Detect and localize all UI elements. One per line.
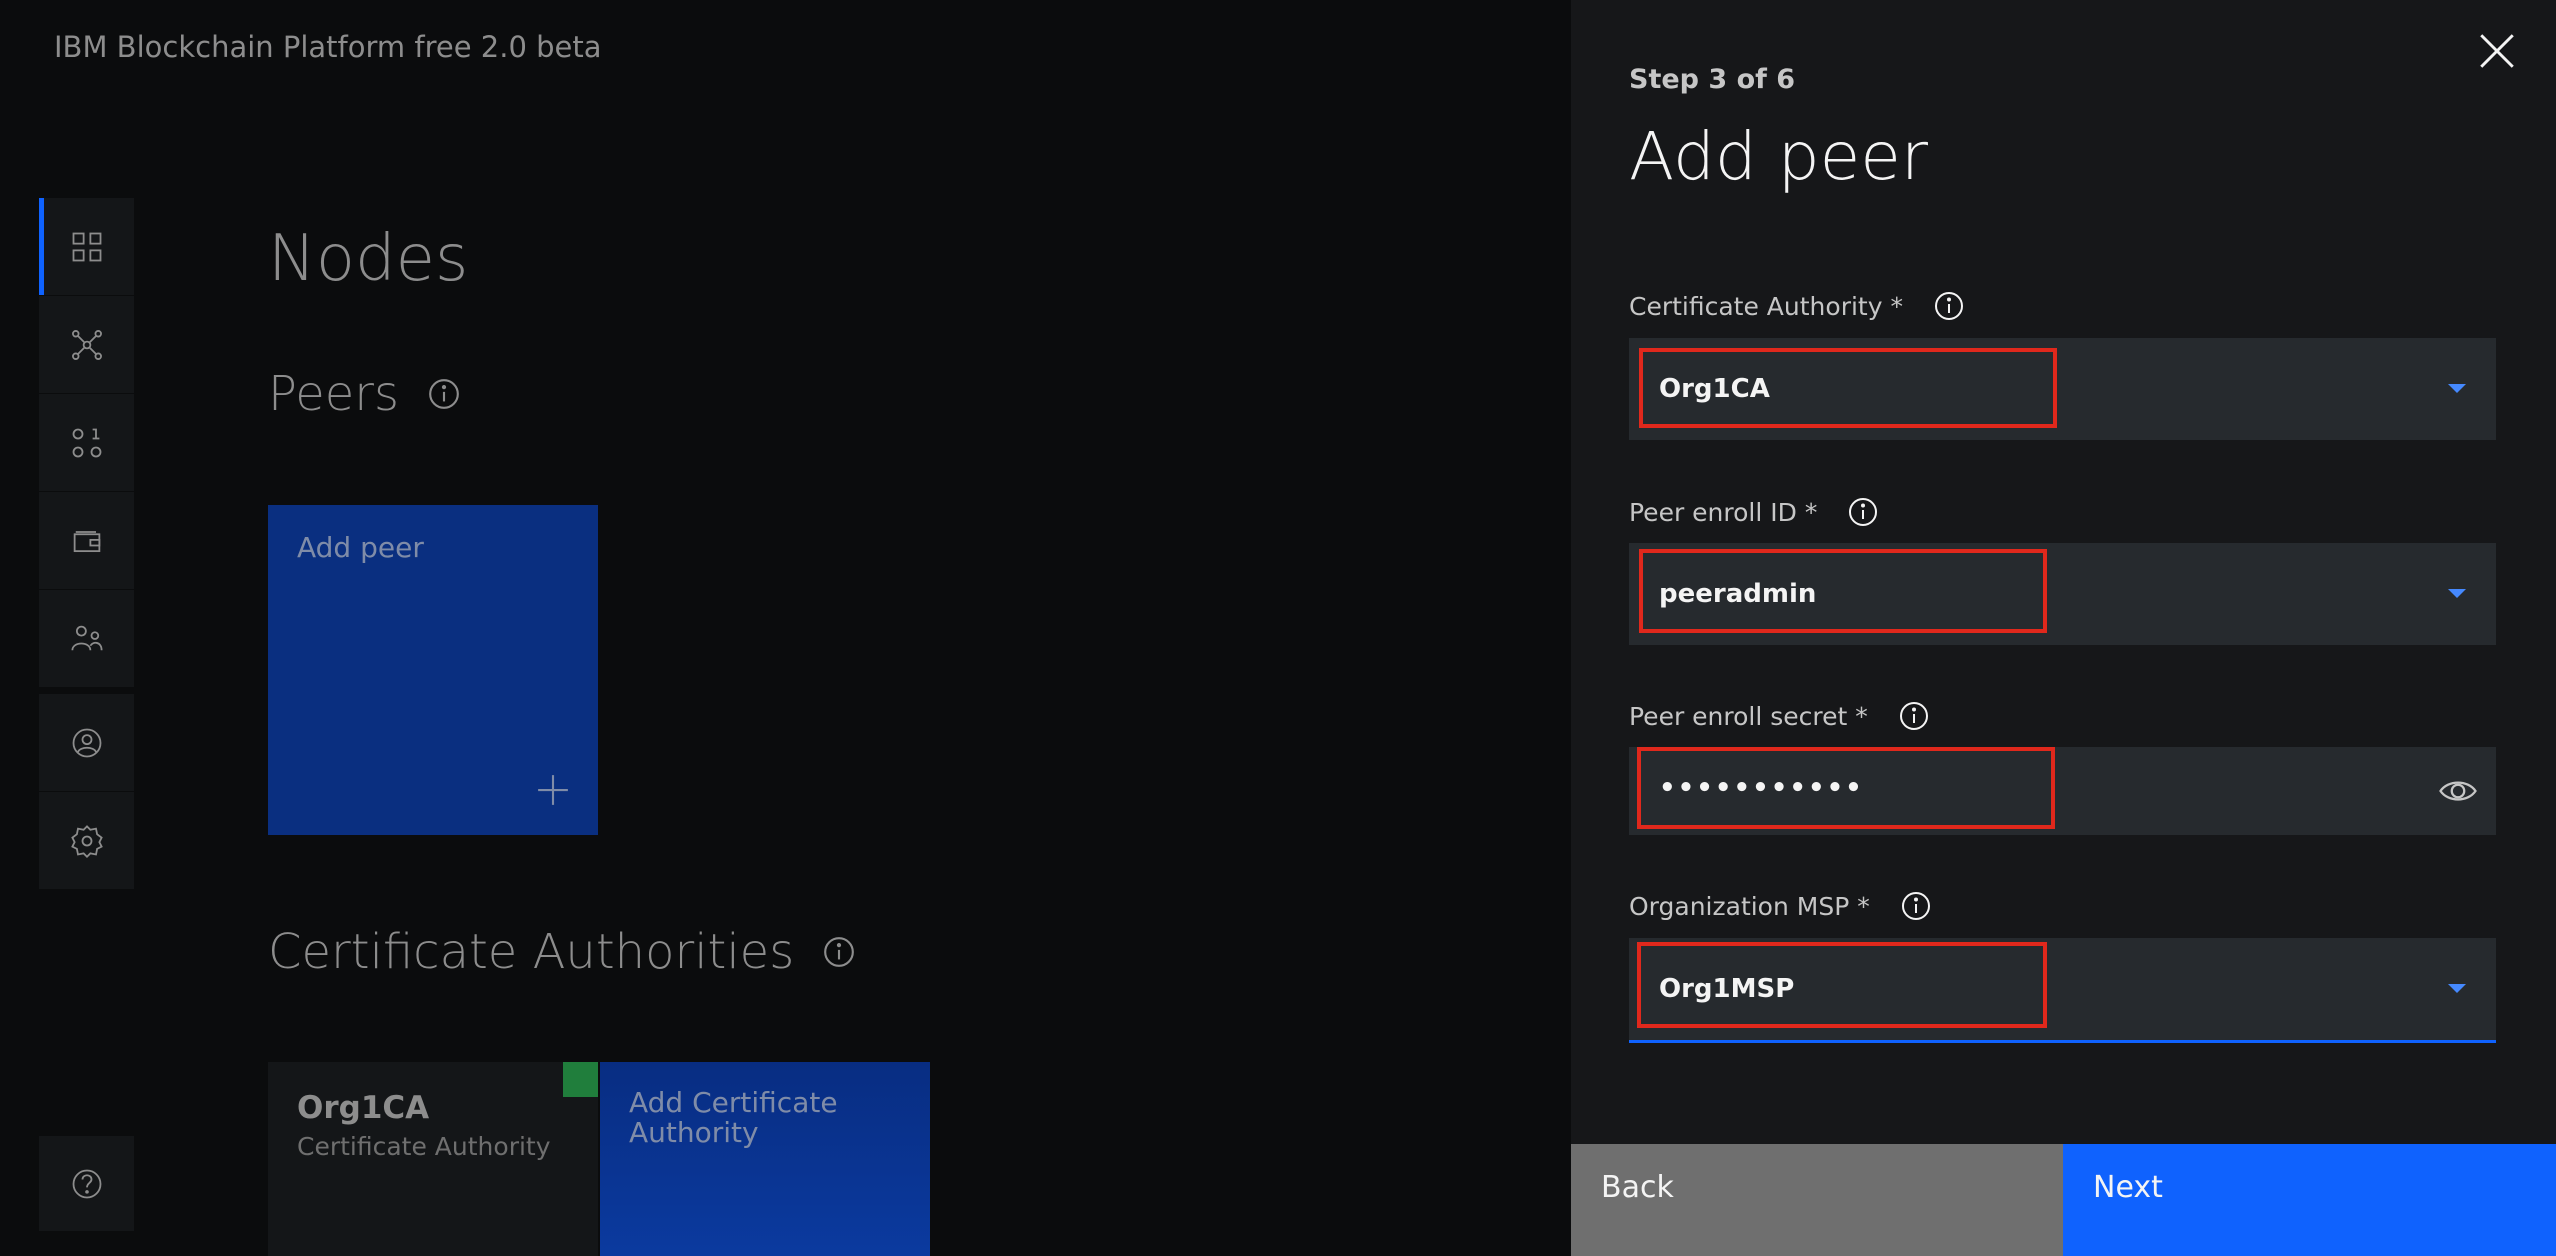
enroll-secret-label-text: Peer enroll secret * [1629, 701, 1868, 731]
network-icon [71, 329, 102, 360]
add-peer-panel: Step 3 of 6 Add peer Certificate Authori… [1571, 0, 2556, 1256]
peers-title: Peers [268, 366, 400, 422]
chevron-down-icon [2448, 384, 2466, 393]
help-icon [72, 1169, 101, 1198]
peers-section-header: Peers [268, 366, 461, 422]
ca-tile[interactable]: Org1CA Certificate Authority [268, 1062, 598, 1256]
sidebar-item-nodes[interactable] [39, 198, 134, 296]
sidebar-secondary [39, 694, 134, 890]
info-icon[interactable] [1933, 290, 1965, 322]
msp-label-text: Organization MSP * [1629, 891, 1870, 921]
sidebar-item-profile[interactable] [39, 694, 134, 792]
sidebar-item-users[interactable] [39, 590, 134, 688]
ca-tile-name: Org1CA [297, 1090, 430, 1126]
info-icon[interactable] [1847, 496, 1879, 528]
close-icon[interactable] [2476, 30, 2518, 72]
enroll-secret-input[interactable]: ••••••••••• [1629, 747, 2496, 835]
add-ca-tile[interactable]: Add Certificate Authority [600, 1062, 930, 1256]
next-button[interactable]: Next [2063, 1144, 2556, 1256]
step-indicator: Step 3 of 6 [1629, 64, 1796, 95]
sidebar-item-channels[interactable] [39, 296, 134, 394]
plus-icon [538, 775, 568, 805]
highlight-box [1639, 549, 2047, 633]
sidebar-item-settings[interactable] [39, 792, 134, 890]
sidebar-item-wallet[interactable] [39, 492, 134, 590]
ca-section-header: Certificate Authorities [268, 924, 856, 980]
help-button[interactable] [39, 1136, 134, 1231]
add-peer-tile-label: Add peer [297, 531, 424, 564]
panel-title: Add peer [1629, 118, 1928, 195]
user-profile-icon [72, 728, 101, 757]
enroll-id-label-text: Peer enroll ID * [1629, 497, 1818, 527]
info-icon[interactable] [1898, 700, 1930, 732]
ca-label-text: Certificate Authority * [1629, 291, 1903, 321]
info-icon[interactable] [1900, 890, 1932, 922]
wallet-icon [73, 530, 100, 552]
users-icon [70, 625, 103, 650]
binary-code-icon [72, 428, 101, 457]
msp-field-label: Organization MSP * [1629, 890, 1932, 922]
ca-field-label: Certificate Authority * [1629, 290, 1965, 322]
sidebar-item-smart-contracts[interactable] [39, 394, 134, 492]
status-indicator [563, 1062, 598, 1097]
settings-gear-icon [70, 824, 103, 858]
enroll-id-select[interactable]: peeradmin [1629, 543, 2496, 645]
ca-select[interactable]: Org1CA [1629, 338, 2496, 440]
chevron-down-icon [2448, 589, 2466, 598]
highlight-box [1637, 747, 2055, 829]
app-title: IBM Blockchain Platform free 2.0 beta [54, 30, 602, 64]
highlight-box [1637, 942, 2047, 1028]
page-title: Nodes [268, 222, 469, 296]
add-peer-tile[interactable]: Add peer [268, 505, 598, 835]
enroll-secret-field-label: Peer enroll secret * [1629, 700, 1930, 732]
chevron-down-icon [2448, 984, 2466, 993]
add-ca-tile-label: Add Certificate Authority [629, 1086, 838, 1149]
back-button[interactable]: Back [1571, 1144, 2063, 1256]
enroll-id-field-label: Peer enroll ID * [1629, 496, 1879, 528]
info-icon[interactable] [427, 377, 461, 411]
info-icon[interactable] [822, 935, 856, 969]
sidebar-nav [39, 198, 134, 688]
dashboard-grid-icon [72, 232, 101, 261]
highlight-box [1639, 348, 2057, 428]
msp-select[interactable]: Org1MSP [1629, 938, 2496, 1043]
ca-tile-type: Certificate Authority [297, 1132, 551, 1161]
ca-title: Certificate Authorities [268, 924, 795, 980]
eye-icon[interactable] [2438, 771, 2478, 811]
